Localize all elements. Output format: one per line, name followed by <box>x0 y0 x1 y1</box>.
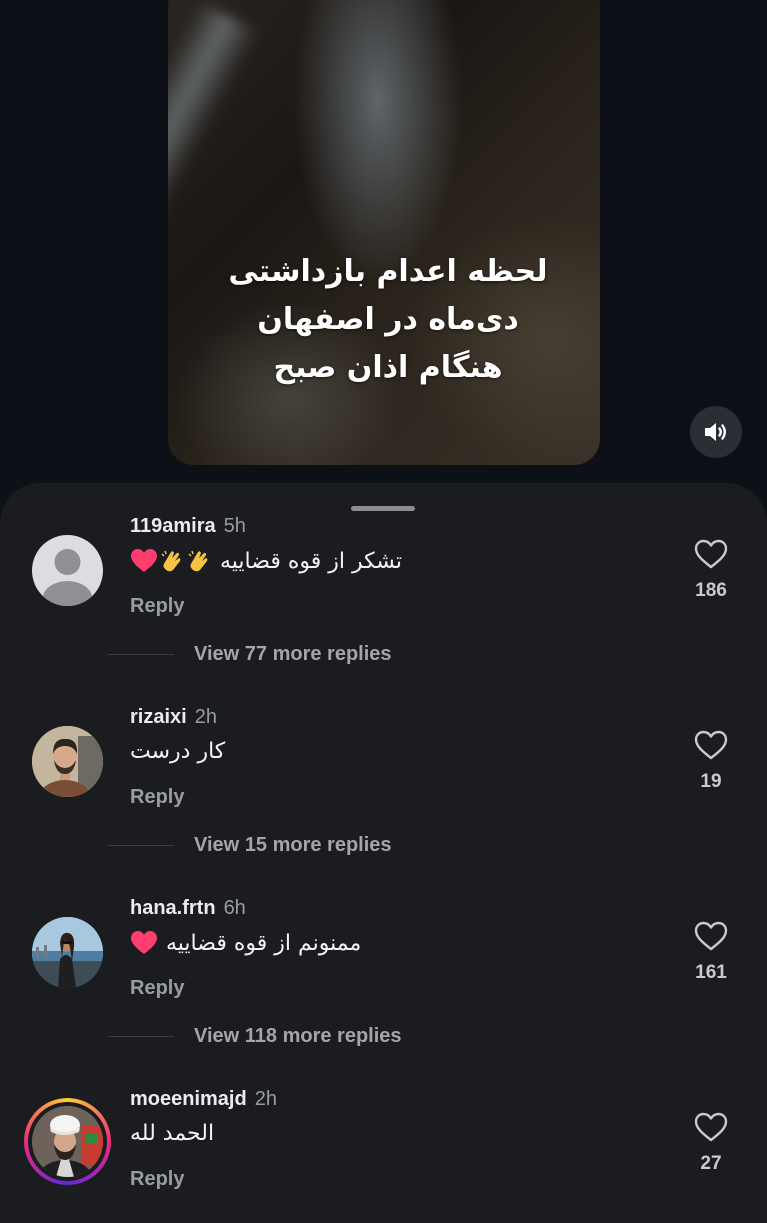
avatar[interactable] <box>32 535 103 606</box>
woman-sea-avatar-icon <box>32 917 103 988</box>
heart-outline-icon <box>694 1112 728 1142</box>
heart-outline-icon <box>694 730 728 760</box>
comment-body: کار درست <box>130 739 226 764</box>
caption-line-2: دی‌ماه در اصفهان <box>257 302 519 337</box>
comment-body: الحمد لله <box>130 1121 215 1146</box>
caption-line-1: لحظه اعدام بازداشتی <box>228 254 548 289</box>
comments-sheet: 119amira 5h تشکر از قوه قضاییه Reply 186… <box>0 483 767 1223</box>
reply-button[interactable]: Reply <box>130 786 184 809</box>
reply-button[interactable]: Reply <box>130 977 184 1000</box>
caption-line-3: هنگام اذان صبح <box>273 350 503 385</box>
speaker-icon <box>705 423 726 441</box>
like-button[interactable]: 19 <box>690 730 732 793</box>
comment-header: moeenimajd 2h <box>130 1088 277 1111</box>
reply-button[interactable]: Reply <box>130 595 184 618</box>
comment-username[interactable]: moeenimajd <box>130 1088 247 1110</box>
comment-username[interactable]: rizaixi <box>130 706 187 728</box>
replies-divider <box>108 1036 174 1037</box>
view-replies-label: View 77 more replies <box>194 643 392 665</box>
like-count: 186 <box>695 580 727 601</box>
comment-username[interactable]: 119amira <box>130 515 216 537</box>
like-button[interactable]: 186 <box>690 539 732 602</box>
like-count: 19 <box>700 771 722 792</box>
emoji-group <box>130 548 212 574</box>
avatar[interactable] <box>32 917 103 988</box>
clap-emoji-icon <box>161 550 181 572</box>
comment-item: hana.frtn 6h ممنونم از قوه قضاییه Reply 1… <box>0 897 767 1085</box>
heart-outline-icon <box>694 921 728 951</box>
replies-divider <box>108 654 174 655</box>
comment-time: 6h <box>223 897 246 919</box>
comment-item: moeenimajd 2h الحمد لله Reply 27 <box>0 1088 767 1223</box>
man-beard-avatar-icon <box>32 726 103 797</box>
avatar[interactable] <box>32 1106 103 1177</box>
heart-emoji-icon <box>131 549 157 572</box>
comment-time: 5h <box>223 515 246 537</box>
heart-outline-icon <box>694 539 728 569</box>
default-avatar-icon <box>42 549 93 606</box>
video-player[interactable]: لحظه اعدام بازداشتی دی‌ماه در اصفهان هنگ… <box>168 0 600 465</box>
comment-body: تشکر از قوه قضاییه <box>220 548 403 574</box>
view-replies-label: View 15 more replies <box>194 834 392 856</box>
view-replies-button[interactable]: View 15 more replies <box>108 834 392 857</box>
comment-text: ممنونم از قوه قضاییه <box>130 930 361 956</box>
story-ring[interactable] <box>24 1098 111 1185</box>
heart-emoji-icon <box>131 931 157 954</box>
comment-header: 119amira 5h <box>130 515 246 538</box>
comment-body: ممنونم از قوه قضاییه <box>166 930 362 956</box>
avatar[interactable] <box>32 726 103 797</box>
comment-time: 2h <box>194 706 217 728</box>
comment-text: کار درست <box>130 739 225 764</box>
comments-list: 119amira 5h تشکر از قوه قضاییه Reply 186… <box>0 483 767 1223</box>
video-caption: لحظه اعدام بازداشتی دی‌ماه در اصفهان هنگ… <box>168 248 600 392</box>
reply-button[interactable]: Reply <box>130 1168 184 1191</box>
view-replies-button[interactable]: View 118 more replies <box>108 1025 402 1048</box>
comment-header: rizaixi 2h <box>130 706 217 729</box>
comment-text: الحمد لله <box>130 1121 214 1146</box>
comment-header: hana.frtn 6h <box>130 897 246 920</box>
like-count: 161 <box>695 962 727 983</box>
like-count: 27 <box>700 1153 722 1174</box>
comment-username[interactable]: hana.frtn <box>130 897 216 919</box>
view-replies-label: View 118 more replies <box>194 1025 402 1047</box>
view-replies-button[interactable]: View 77 more replies <box>108 643 392 666</box>
cleric-avatar-icon <box>32 1106 103 1177</box>
comment-item: rizaixi 2h کار درست Reply 19 View 15 more… <box>0 706 767 894</box>
like-button[interactable]: 27 <box>690 1112 732 1175</box>
clap-emoji-icon <box>188 550 208 572</box>
like-button[interactable]: 161 <box>690 921 732 984</box>
replies-divider <box>108 845 174 846</box>
comment-time: 2h <box>254 1088 277 1110</box>
sound-toggle-button[interactable] <box>690 406 742 458</box>
comment-text: تشکر از قوه قضاییه <box>130 548 402 574</box>
comment-item: 119amira 5h تشکر از قوه قضاییه Reply 186… <box>0 515 767 703</box>
